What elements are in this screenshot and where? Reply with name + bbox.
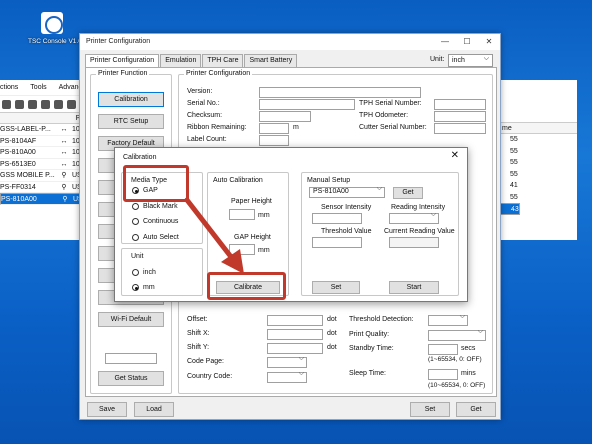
highlight-arrow-icon	[184, 197, 244, 274]
